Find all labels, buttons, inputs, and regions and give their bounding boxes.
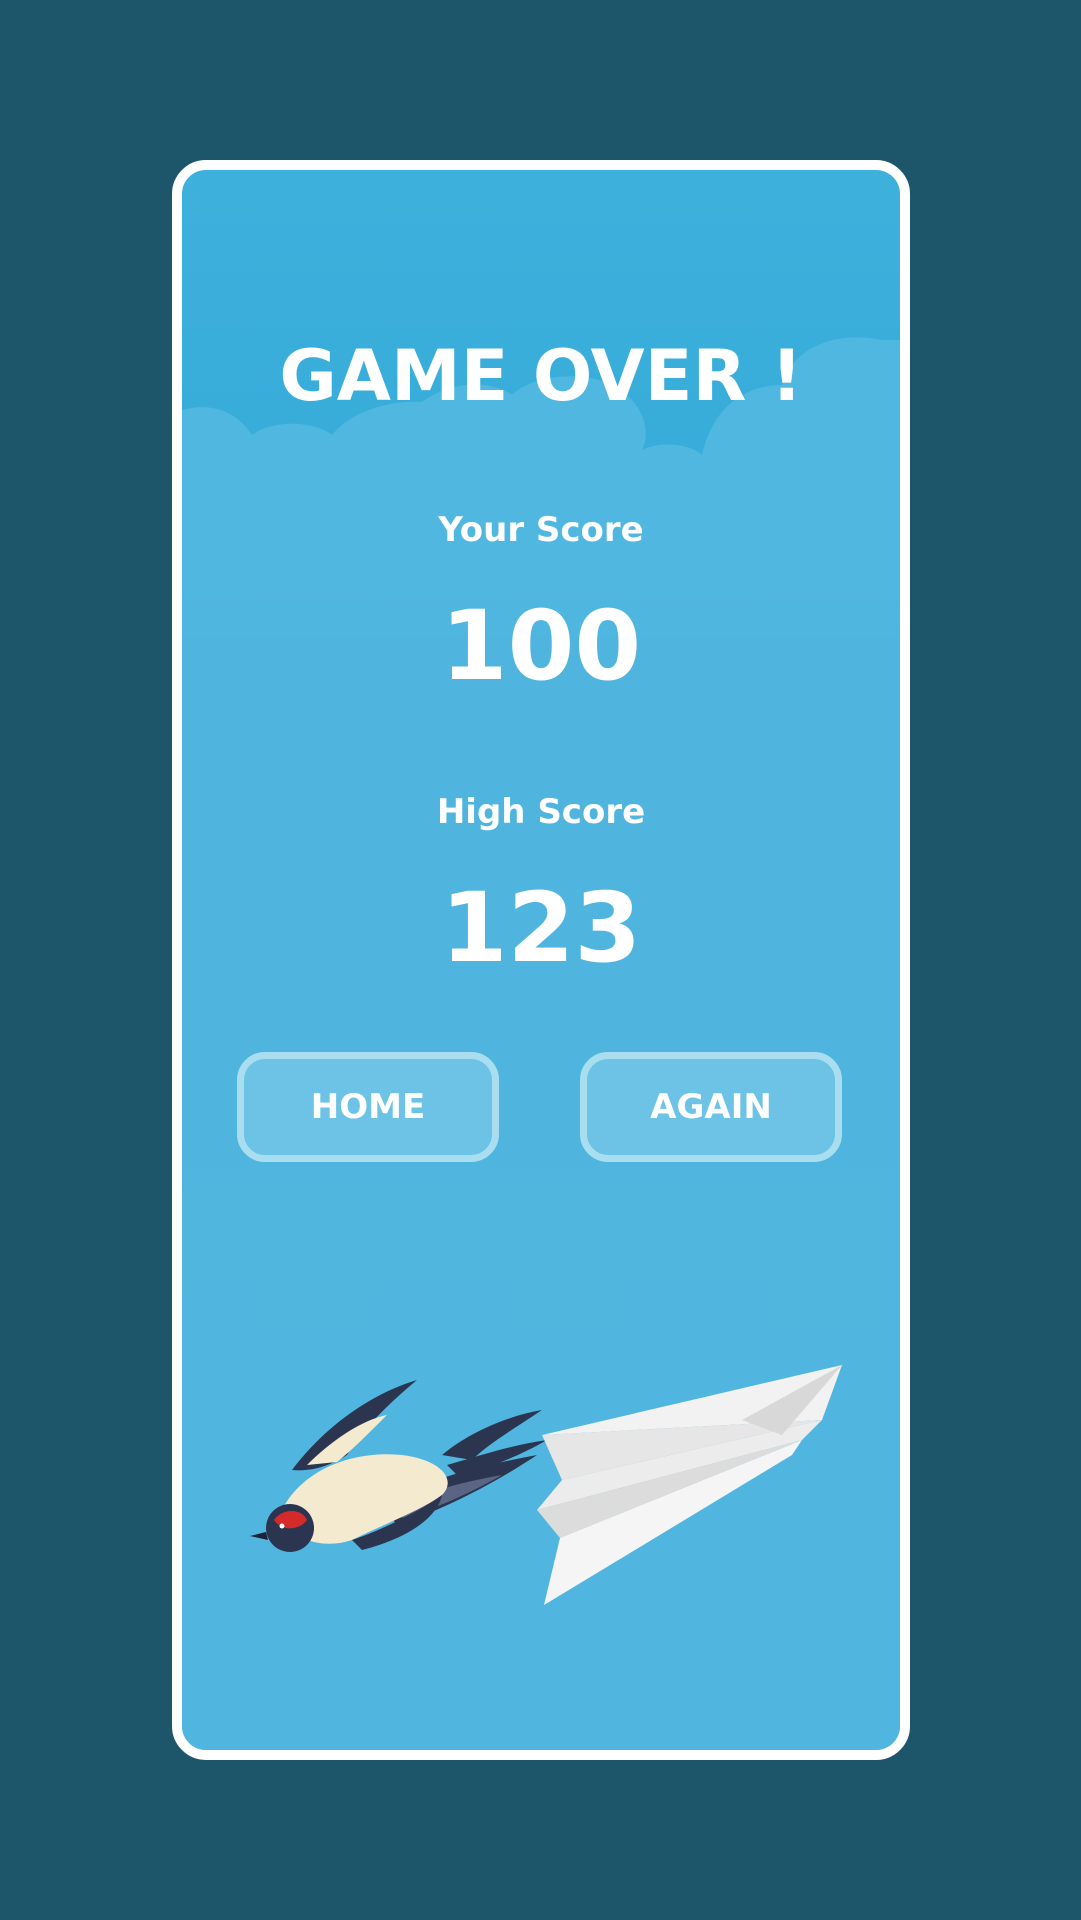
swallow-bird-icon: [250, 1380, 547, 1552]
paper-plane-icon: [537, 1365, 842, 1605]
game-card: GAME OVER ! Your Score 100 High Score 12…: [172, 160, 910, 1760]
high-score-value: 123: [440, 872, 642, 984]
your-score-label: Your Score: [438, 510, 644, 550]
game-over-screen: GAME OVER ! Your Score 100 High Score 12…: [0, 0, 1081, 1920]
home-button[interactable]: HOME: [237, 1052, 499, 1162]
game-characters: [250, 1365, 842, 1605]
game-over-title: GAME OVER !: [279, 335, 803, 417]
your-score-value: 100: [440, 590, 642, 702]
high-score-label: High Score: [436, 792, 646, 832]
again-button[interactable]: AGAIN: [580, 1052, 842, 1162]
